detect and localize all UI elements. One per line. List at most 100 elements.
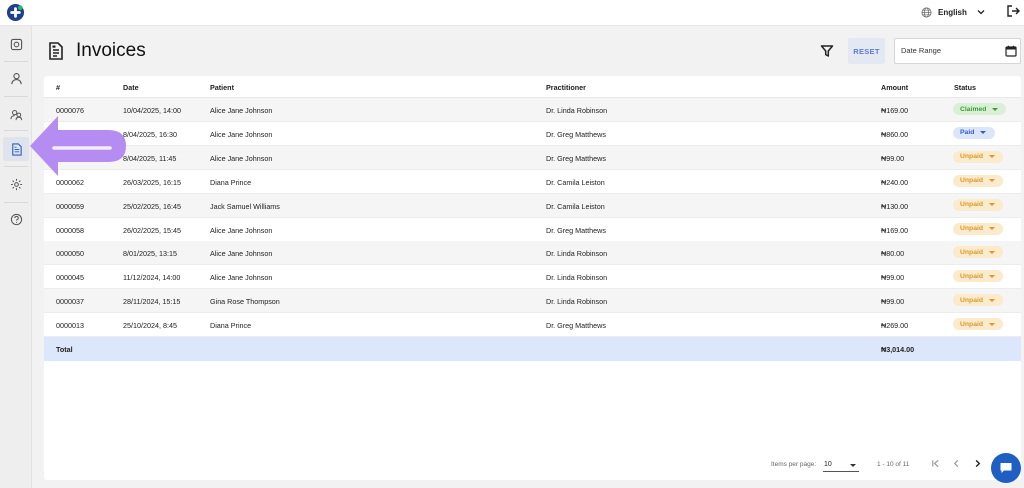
cell-patient: Alice Jane Johnson xyxy=(210,225,273,235)
status-badge[interactable]: Unpaid xyxy=(953,222,1003,235)
column-header-number[interactable]: # xyxy=(56,83,60,92)
status-label: Unpaid xyxy=(960,248,984,256)
cell-patient: Gina Rose Thompson xyxy=(210,297,280,307)
patients-nav-icon[interactable] xyxy=(8,106,24,122)
top-bar: English xyxy=(0,0,1024,26)
cell-date: 11/12/2024, 14:00 xyxy=(123,273,181,283)
cell-invoice-number: 0000037 xyxy=(56,297,84,307)
gear-icon[interactable] xyxy=(8,176,24,192)
sidebar xyxy=(0,26,32,488)
cell-practitioner: Dr. Camila Leiston xyxy=(546,177,605,187)
cell-date: 25/10/2024, 8:45 xyxy=(123,321,177,331)
dropdown-arrow-icon xyxy=(989,274,996,278)
filter-icon[interactable] xyxy=(820,44,834,58)
table-row[interactable]: 0000050 8/01/2025, 13:15 Alice Jane Johnso… xyxy=(44,241,1021,266)
cell-practitioner: Dr. Linda Robinson xyxy=(546,297,608,307)
cell-date: 26/03/2025, 16:15 xyxy=(123,177,181,187)
cell-patient: Diana Prince xyxy=(210,177,252,187)
status-badge[interactable]: Unpaid xyxy=(953,198,1003,211)
user-nav-icon[interactable] xyxy=(8,70,24,86)
items-per-page-label: Items per page: xyxy=(771,461,817,468)
table-row[interactable]: 0000037 28/11/2024, 15:15 Gina Rose Thomps… xyxy=(44,289,1021,314)
table-row[interactable]: 0000062 26/03/2025, 16:15 Diana Prince Dr. … xyxy=(44,170,1021,194)
dropdown-arrow-icon xyxy=(989,227,996,230)
cell-practitioner: Dr. Greg Matthews xyxy=(546,129,606,139)
table-row[interactable]: 0000069 8/04/2025, 16:30 Alice Jane Johnso… xyxy=(44,122,1021,146)
table-row[interactable]: 0000045 11/12/2024, 14:00 Alice Jane Johns… xyxy=(44,265,1021,290)
total-amount: ₦3,014.00 xyxy=(881,345,915,354)
status-label: Claimed xyxy=(960,105,987,113)
date-range-field[interactable] xyxy=(894,38,1021,64)
status-badge[interactable]: Unpaid xyxy=(953,294,1003,307)
date-range-input[interactable] xyxy=(901,46,995,55)
column-header-patient[interactable]: Patient xyxy=(210,83,234,92)
column-header-status[interactable]: Status xyxy=(954,83,976,92)
table-row[interactable]: 0000076 10/04/2025, 14:00 Alice Jane Johns… xyxy=(44,98,1021,122)
calendar-icon[interactable] xyxy=(1005,45,1017,57)
first-page-button[interactable] xyxy=(928,456,942,470)
language-selector[interactable]: English xyxy=(921,4,985,20)
next-page-button[interactable] xyxy=(970,456,984,470)
status-badge[interactable]: Unpaid xyxy=(953,150,1003,163)
table-row[interactable]: 0000066 8/04/2025, 11:45 Alice Jane Johnso… xyxy=(44,145,1021,170)
sidebar-divider xyxy=(4,202,28,203)
cell-invoice-number: 0000050 xyxy=(56,249,84,259)
dashboard-nav-icon[interactable] xyxy=(8,36,24,52)
table-row[interactable]: 0000013 25/10/2024, 8:45 Diana Prince Dr. G… xyxy=(44,313,1021,338)
help-icon[interactable] xyxy=(8,211,24,227)
reset-button[interactable]: RESET xyxy=(848,38,885,64)
table-row[interactable]: 0000058 26/02/2025, 15:45 Alice Jane Johns… xyxy=(44,218,1021,242)
globe-icon xyxy=(921,7,932,17)
cell-practitioner: Dr. Linda Robinson xyxy=(546,106,608,115)
cell-invoice-number: 0000059 xyxy=(56,201,84,211)
table-row[interactable]: 0000059 25/02/2025, 16:45 Jack Samuel Will… xyxy=(44,193,1021,218)
cell-date: 28/11/2024, 15:15 xyxy=(123,297,181,307)
pagination: Items per page: 10 1 - 10 of 11 xyxy=(44,454,1021,476)
sidebar-divider xyxy=(4,130,28,131)
cell-patient: Jack Samuel Williams xyxy=(210,201,280,211)
invoice-icon xyxy=(49,42,63,60)
column-header-amount[interactable]: Amount xyxy=(881,83,908,92)
status-badge[interactable]: Claimed xyxy=(953,103,1006,115)
cell-amount: ₦130.00 xyxy=(881,201,909,211)
dropdown-arrow-icon xyxy=(989,298,996,302)
logout-icon[interactable] xyxy=(1006,4,1020,18)
app-logo-icon[interactable] xyxy=(6,3,25,22)
sidebar-divider xyxy=(4,166,28,167)
status-badge[interactable]: Unpaid xyxy=(953,174,1003,187)
sidebar-divider xyxy=(4,96,28,97)
dropdown-arrow-icon xyxy=(989,322,996,326)
chevron-down-icon xyxy=(977,10,985,15)
cell-invoice-number: 0000076 xyxy=(56,106,84,115)
status-badge[interactable]: Unpaid xyxy=(953,318,1003,331)
cell-date: 25/02/2025, 16:45 xyxy=(123,201,181,211)
cell-date: 8/04/2025, 16:30 xyxy=(123,129,177,139)
dropdown-arrow-icon xyxy=(992,107,999,111)
cell-invoice-number: 0000013 xyxy=(56,321,84,331)
status-badge[interactable]: Unpaid xyxy=(953,246,1003,259)
column-header-date[interactable]: Date xyxy=(123,83,139,92)
chat-button[interactable] xyxy=(991,453,1021,483)
status-badge[interactable]: Paid xyxy=(953,126,995,139)
items-per-page-select[interactable]: 10 xyxy=(823,458,859,472)
cell-amount: ₦860.00 xyxy=(881,129,909,139)
cell-practitioner: Dr. Linda Robinson xyxy=(546,273,608,283)
cell-date: 10/04/2025, 14:00 xyxy=(123,106,181,115)
cell-amount: ₦269.00 xyxy=(881,321,909,331)
language-label: English xyxy=(938,7,967,17)
cell-amount: ₦99.00 xyxy=(881,273,905,283)
page-header: Invoices RESET xyxy=(33,26,1024,76)
cell-patient: Alice Jane Johnson xyxy=(210,273,273,283)
first-page-icon xyxy=(931,459,939,467)
status-badge[interactable]: Unpaid xyxy=(953,270,1003,283)
cell-amount: ₦169.00 xyxy=(881,106,909,115)
dropdown-arrow-icon xyxy=(989,203,996,207)
previous-page-button[interactable] xyxy=(949,456,963,470)
chevron-left-icon xyxy=(953,459,958,467)
invoices-nav-icon[interactable] xyxy=(8,141,24,157)
cell-patient: Diana Prince xyxy=(210,321,252,331)
status-label: Paid xyxy=(960,129,975,137)
cell-invoice-number: 0000069 xyxy=(56,129,84,139)
column-header-practitioner[interactable]: Practitioner xyxy=(546,83,586,92)
cell-practitioner: Dr. Camila Leiston xyxy=(546,201,605,211)
